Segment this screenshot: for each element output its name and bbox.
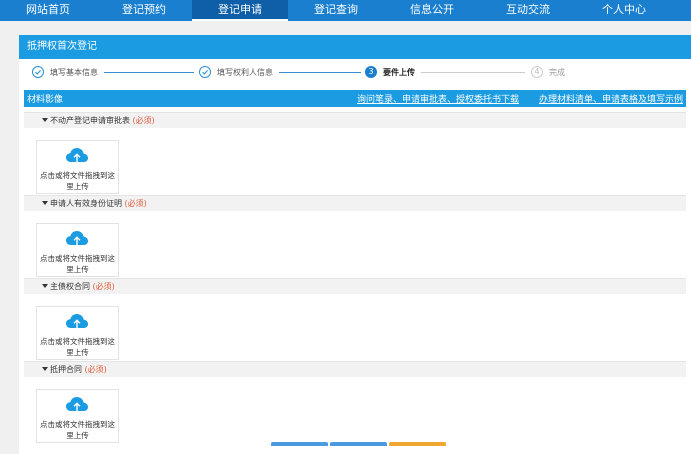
required-mark: (必须) — [132, 116, 155, 125]
section-title: 主债权合同 — [50, 282, 90, 291]
progress-steps: 填写基本信息 填写权利人信息 3 要件上传 4 完成 — [19, 59, 691, 89]
upload-area-application-form[interactable]: 点击或将文件拖拽到这里上传 — [36, 140, 119, 194]
caret-down-icon — [42, 284, 48, 288]
cloud-upload-icon — [66, 397, 88, 412]
step-connector-2 — [279, 72, 361, 73]
section-header-application-form[interactable]: 不动产登记申请审批表 (必须) — [24, 112, 686, 128]
required-mark: (必须) — [124, 199, 147, 208]
caret-down-icon — [42, 201, 48, 205]
section-title-wrap: 抵押合同 (必须) — [42, 364, 107, 375]
top-nav: 网站首页 登记预约 登记申请 登记查询 信息公开 互动交流 个人中心 — [0, 0, 691, 21]
step-4-label: 完成 — [549, 68, 565, 77]
bottom-button-3[interactable] — [389, 442, 446, 446]
required-mark: (必须) — [92, 282, 115, 291]
step-connector-3 — [421, 72, 525, 73]
caret-down-icon — [42, 367, 48, 371]
required-mark: (必须) — [84, 365, 107, 374]
section-title: 不动产登记申请审批表 — [50, 116, 130, 125]
step-connector-1 — [104, 72, 194, 73]
nav-item-personal-center[interactable]: 个人中心 — [576, 0, 672, 21]
step-1-check-icon — [32, 66, 44, 78]
section-title-wrap: 不动产登记申请审批表 (必须) — [42, 115, 155, 126]
main-panel: 抵押权首次登记 填写基本信息 填写权利人信息 3 要件上传 4 完成 材料影像 … — [19, 35, 691, 454]
caret-down-icon — [42, 118, 48, 122]
bottom-button-2[interactable] — [330, 442, 387, 446]
step-3-number: 3 — [365, 66, 377, 78]
upload-area-main-debt-contract[interactable]: 点击或将文件拖拽到这里上传 — [36, 306, 119, 360]
upload-hint: 点击或将文件拖拽到这里上传 — [40, 420, 115, 440]
cloud-upload-icon — [66, 314, 88, 329]
section-header-main-debt-contract[interactable]: 主债权合同 (必须) — [24, 278, 686, 294]
cloud-upload-icon — [66, 231, 88, 246]
section-title-wrap: 申请人有效身份证明 (必须) — [42, 198, 147, 209]
nav-item-application[interactable]: 登记申请 — [192, 0, 288, 21]
section-title-wrap: 主债权合同 (必须) — [42, 281, 115, 292]
upload-hint: 点击或将文件拖拽到这里上传 — [40, 337, 115, 357]
step-3-label: 要件上传 — [383, 68, 415, 77]
panel-title: 抵押权首次登记 — [19, 35, 691, 59]
materials-title: 材料影像 — [27, 95, 64, 105]
forms-download-link[interactable]: 询问笔录、申请审批表、授权委托书下载 — [357, 92, 519, 105]
nav-item-home[interactable]: 网站首页 — [0, 0, 96, 21]
step-4-number: 4 — [531, 66, 543, 78]
upload-hint: 点击或将文件拖拽到这里上传 — [40, 171, 115, 191]
materials-checklist-link[interactable]: 办理材料清单、申请表格及填写示例 — [539, 92, 683, 105]
upload-area-mortgage-contract[interactable]: 点击或将文件拖拽到这里上传 — [36, 389, 119, 443]
upload-area-identity-proof[interactable]: 点击或将文件拖拽到这里上传 — [36, 223, 119, 277]
nav-item-appointment[interactable]: 登记预约 — [96, 0, 192, 21]
nav-item-info-public[interactable]: 信息公开 — [384, 0, 480, 21]
cloud-upload-icon — [66, 148, 88, 163]
section-title: 抵押合同 — [50, 365, 82, 374]
upload-hint: 点击或将文件拖拽到这里上传 — [40, 254, 115, 274]
step-1-label: 填写基本信息 — [50, 68, 98, 77]
nav-item-query[interactable]: 登记查询 — [288, 0, 384, 21]
step-2-check-icon — [199, 66, 211, 78]
section-header-mortgage-contract[interactable]: 抵押合同 (必须) — [24, 361, 686, 377]
bottom-button-1[interactable] — [271, 442, 328, 446]
section-header-identity-proof[interactable]: 申请人有效身份证明 (必须) — [24, 195, 686, 211]
nav-item-interaction[interactable]: 互动交流 — [480, 0, 576, 21]
section-title: 申请人有效身份证明 — [50, 199, 122, 208]
step-2-label: 填写权利人信息 — [217, 68, 273, 77]
materials-header: 材料影像 询问笔录、申请审批表、授权委托书下载 办理材料清单、申请表格及填写示例 — [24, 90, 686, 107]
